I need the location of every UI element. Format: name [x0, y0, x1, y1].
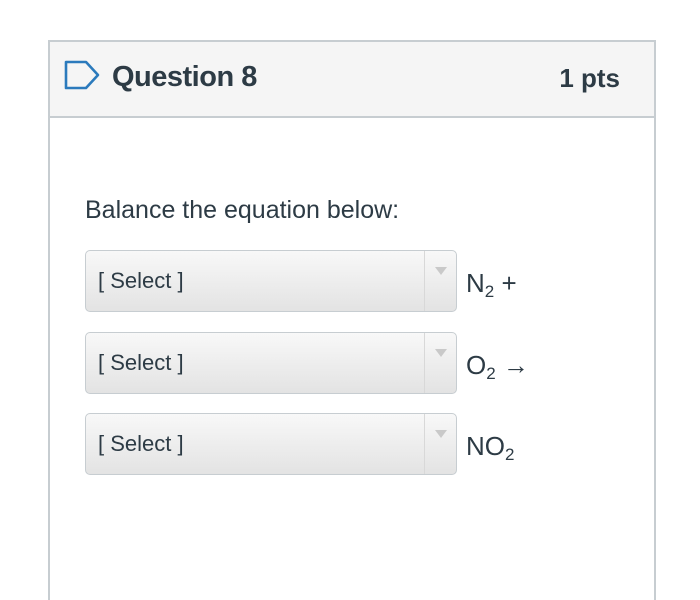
formula-no2: NO2 — [466, 431, 514, 465]
equation-row: [ Select ] O2 → — [85, 332, 555, 394]
formula-n2: N2 + — [466, 268, 517, 302]
equation-row: [ Select ] NO2 — [85, 413, 555, 475]
formula-subscript: 2 — [486, 364, 496, 383]
coefficient-select-1[interactable]: [ Select ] — [85, 250, 457, 312]
formula-suffix: + — [494, 268, 517, 298]
question-points: 1 pts — [559, 63, 620, 93]
equation-row: [ Select ] N2 + — [85, 250, 555, 312]
chevron-down-icon — [435, 430, 447, 438]
question-title: Question 8 — [112, 61, 257, 93]
formula-suffix: → — [495, 350, 529, 380]
question-header: Question 8 1 pts — [50, 42, 654, 118]
question-text: Balance the equation below: — [85, 196, 400, 224]
chevron-down-icon — [435, 267, 447, 275]
formula-base: O — [466, 350, 487, 380]
question-card: Question 8 1 pts Balance the equation be… — [48, 40, 656, 600]
flag-icon[interactable] — [64, 60, 100, 90]
coefficient-select-2[interactable]: [ Select ] — [85, 332, 457, 394]
select-value: [ Select ] — [98, 431, 184, 456]
select-arrow-area[interactable] — [424, 333, 456, 393]
select-arrow-area[interactable] — [424, 251, 456, 311]
formula-base: N — [466, 268, 485, 298]
formula-o2: O2 → — [466, 350, 529, 384]
select-arrow-area[interactable] — [424, 414, 456, 474]
select-value: [ Select ] — [98, 350, 184, 375]
select-value: [ Select ] — [98, 268, 184, 293]
formula-subscript: 2 — [484, 282, 495, 301]
chevron-down-icon — [435, 349, 447, 357]
formula-base: NO — [466, 431, 505, 461]
formula-subscript: 2 — [505, 445, 515, 464]
coefficient-select-3[interactable]: [ Select ] — [85, 413, 457, 475]
